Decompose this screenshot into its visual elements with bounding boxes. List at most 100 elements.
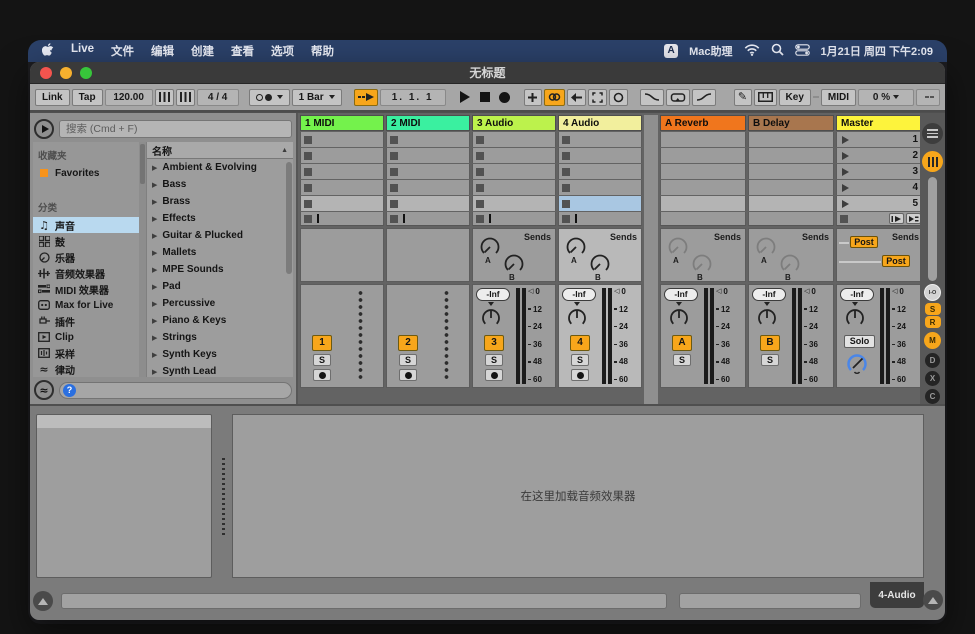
cue-volume-knob[interactable] xyxy=(845,352,869,381)
follow-button[interactable] xyxy=(354,89,378,106)
clip-slot[interactable] xyxy=(472,148,556,163)
arrangement-position-display[interactable]: 1. 1. 1 xyxy=(380,89,446,106)
expand-triangle-icon[interactable]: ▶ xyxy=(152,283,157,291)
tap-tempo-button[interactable]: Tap xyxy=(72,89,103,106)
sidebar-item-sample[interactable]: 采样 xyxy=(33,345,139,361)
sidebar-item-audio-fx[interactable]: 音频效果器 xyxy=(33,265,139,281)
list-item[interactable]: ▶Piano & Keys xyxy=(147,312,293,329)
pan-knob[interactable] xyxy=(563,302,591,335)
extra-show-toggle[interactable]: C xyxy=(925,389,940,404)
menu-item-6[interactable]: 帮助 xyxy=(311,43,334,59)
sidebar-item-note[interactable]: ♫声音 xyxy=(33,217,139,233)
nudge-up-button[interactable] xyxy=(176,89,195,106)
loop-mode-button[interactable] xyxy=(666,89,690,106)
pan-knob[interactable] xyxy=(841,302,869,335)
clip-slot[interactable] xyxy=(472,164,556,179)
overdub-button[interactable] xyxy=(524,89,542,106)
record-button[interactable] xyxy=(496,88,514,106)
session-vertical-scrollbar[interactable] xyxy=(928,177,937,281)
track-header[interactable]: 1 MIDI xyxy=(300,115,384,131)
clip-slot[interactable] xyxy=(558,180,642,195)
return-track-header[interactable]: A Reverb xyxy=(660,115,746,131)
post-toggle-a[interactable]: Post xyxy=(850,236,878,248)
volume-display[interactable]: -Inf xyxy=(562,288,596,301)
show-info-toggle[interactable] xyxy=(33,591,53,611)
clip-slot[interactable] xyxy=(386,196,470,211)
clip-slot[interactable] xyxy=(386,148,470,163)
expand-triangle-icon[interactable]: ▶ xyxy=(152,198,157,206)
scene-launch-icon[interactable] xyxy=(842,136,849,144)
scene-slot[interactable]: 5 xyxy=(836,196,924,211)
pan-knob[interactable] xyxy=(753,302,781,335)
master-track-header[interactable]: Master xyxy=(836,115,924,131)
computer-midi-keyboard-button[interactable] xyxy=(754,89,777,106)
stop-button[interactable] xyxy=(476,88,494,106)
list-item[interactable]: ▶Strings xyxy=(147,329,293,346)
scene-slot[interactable]: 3 xyxy=(836,164,924,179)
pan-knob[interactable] xyxy=(477,302,505,335)
return-activator-button[interactable]: A xyxy=(672,335,692,351)
return-track-header[interactable]: B Delay xyxy=(748,115,834,131)
menu-live[interactable]: Live xyxy=(71,43,94,59)
ramp-up-mode-button[interactable] xyxy=(692,89,716,106)
sidebar-item-clip[interactable]: Clip xyxy=(33,329,139,345)
metronome-button[interactable] xyxy=(249,89,290,106)
input-source-name[interactable]: Mac助理 xyxy=(689,43,732,59)
clip-slot[interactable] xyxy=(386,164,470,179)
clip-slot[interactable] xyxy=(300,148,384,163)
arm-button[interactable] xyxy=(313,369,331,381)
stop-all-clips-button[interactable] xyxy=(889,213,904,224)
scene-launch-icon[interactable] xyxy=(842,184,849,192)
track-header[interactable]: 2 MIDI xyxy=(386,115,470,131)
current-track-tab[interactable]: 4-Audio xyxy=(870,582,924,608)
expand-triangle-icon[interactable]: ▶ xyxy=(152,300,157,308)
expand-triangle-icon[interactable]: ▶ xyxy=(152,334,157,342)
volume-display[interactable]: -Inf xyxy=(664,288,698,301)
arm-button[interactable] xyxy=(485,369,503,381)
groove-pool-toggle[interactable]: ≈ xyxy=(34,380,54,400)
draw-frame-button[interactable] xyxy=(588,89,607,106)
list-item[interactable]: ▶Ambient & Evolving xyxy=(147,159,293,176)
solo-button[interactable]: S xyxy=(485,354,503,366)
scene-slot[interactable]: 2 xyxy=(836,148,924,163)
clip-slot[interactable] xyxy=(386,132,470,147)
clock[interactable]: 1月21日 周四 下午2:09 xyxy=(821,43,933,59)
clip-slot[interactable] xyxy=(558,132,642,147)
detail-split-handle[interactable] xyxy=(222,458,225,538)
apple-menu-icon[interactable] xyxy=(42,43,54,60)
track-delay-show-toggle[interactable]: D xyxy=(925,353,940,368)
sidebar-scrollbar[interactable] xyxy=(139,142,146,377)
sidebar-item-drums[interactable]: 鼓 xyxy=(33,233,139,249)
scene-slot[interactable]: 1 xyxy=(836,132,924,147)
solo-button[interactable]: S xyxy=(571,354,589,366)
solo-button[interactable]: S xyxy=(399,354,417,366)
list-item[interactable]: ▶Brass xyxy=(147,193,293,210)
expand-triangle-icon[interactable]: ▶ xyxy=(152,215,157,223)
track-stop-row[interactable] xyxy=(558,212,642,226)
list-item[interactable]: ▶Pad xyxy=(147,278,293,295)
sidebar-item-groove[interactable]: ≈律动 xyxy=(33,361,139,377)
menu-item-1[interactable]: 文件 xyxy=(111,43,134,59)
quantization-menu[interactable]: 1 Bar xyxy=(292,89,342,106)
scene-menu-icon[interactable] xyxy=(922,123,943,144)
title-bar[interactable]: 无标题 xyxy=(30,62,945,84)
solo-button[interactable]: S xyxy=(761,354,779,366)
track-stop-row[interactable] xyxy=(472,212,556,226)
list-item[interactable]: ▶Guitar & Plucked xyxy=(147,227,293,244)
sidebar-item-midi-fx[interactable]: MIDI 效果器 xyxy=(33,281,139,297)
clip-drop-area[interactable] xyxy=(644,115,658,404)
track-activator-button[interactable]: 1 xyxy=(312,335,332,351)
list-item[interactable]: ▶MPE Sounds xyxy=(147,261,293,278)
midi-map-button[interactable]: MIDI xyxy=(821,89,856,106)
scene-launch-icon[interactable] xyxy=(842,152,849,160)
clip-slot[interactable] xyxy=(300,180,384,195)
crossfade-display[interactable]: 0 % xyxy=(858,89,914,106)
expand-triangle-icon[interactable]: ▶ xyxy=(152,317,157,325)
clip-slot[interactable] xyxy=(300,164,384,179)
clip-slot[interactable] xyxy=(558,164,642,179)
arm-button[interactable] xyxy=(571,369,589,381)
clip-slot[interactable] xyxy=(386,180,470,195)
track-activator-button[interactable]: 2 xyxy=(398,335,418,351)
sidebar-item-max[interactable]: Max for Live xyxy=(33,297,139,313)
master-solo-button[interactable]: Solo xyxy=(844,335,875,348)
